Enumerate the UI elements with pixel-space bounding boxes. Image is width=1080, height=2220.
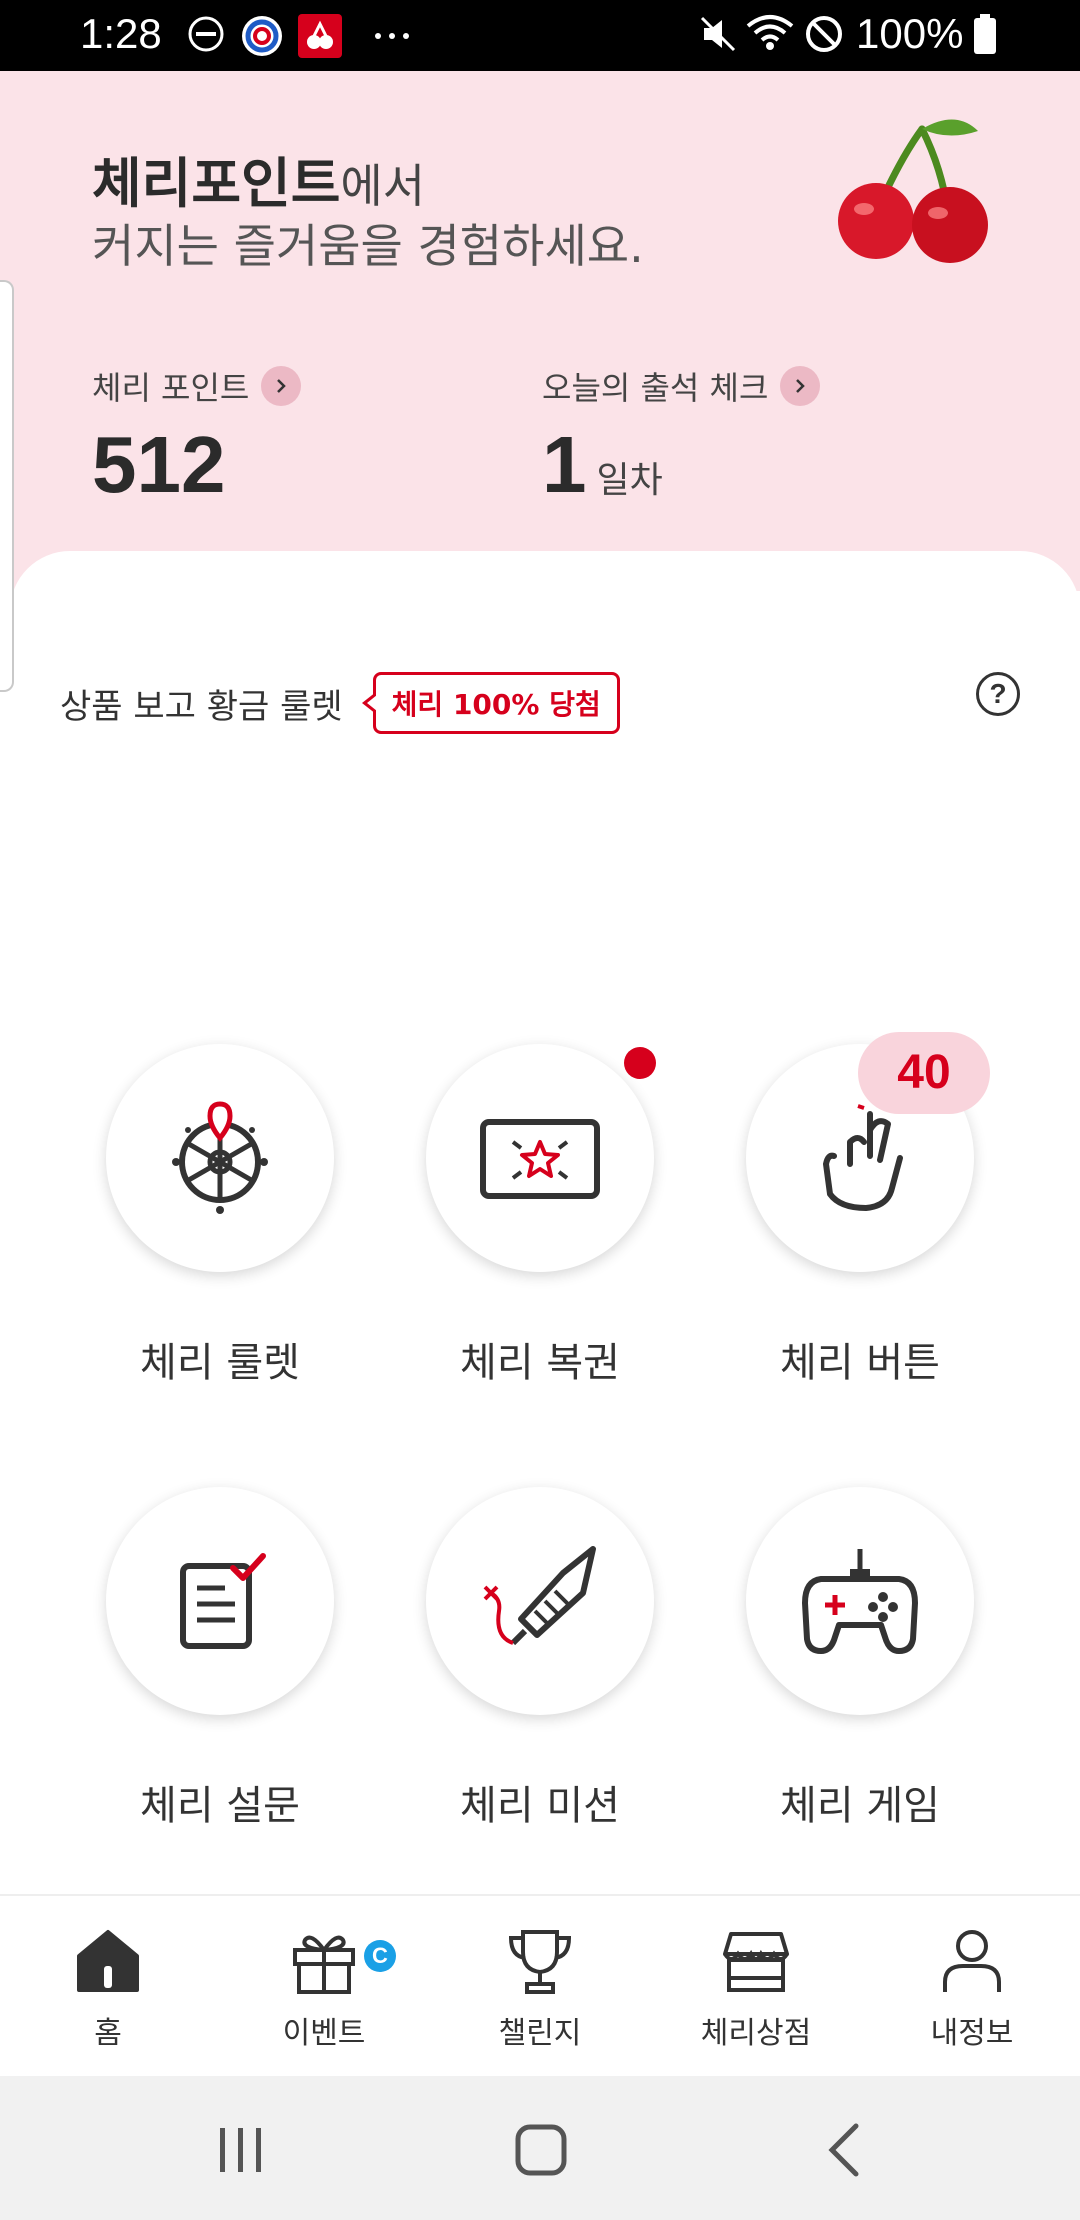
menu-label: 체리 복권	[460, 1340, 620, 1386]
attendance-unit: 일차	[596, 460, 663, 501]
chevron-right-icon[interactable]	[261, 366, 302, 406]
battery-percentage: 100%	[856, 10, 964, 57]
cherry-points-stat[interactable]: 체리 포인트 512	[92, 363, 302, 511]
app-notification-icon	[242, 16, 282, 56]
status-bar: 1:28 100%	[0, 0, 1080, 71]
gift-icon	[293, 1935, 355, 1994]
attendance-label: 오늘의 출석 체크	[542, 369, 769, 407]
header: 체리포인트에서 커지는 즐거움을 경험하세요. 체리 포인트 512 오늘의 출…	[0, 71, 1080, 591]
tap-hand-icon	[823, 1104, 903, 1211]
do-not-disturb-icon	[188, 16, 224, 52]
bottom-navigation: 홈 이벤트 챌린지 체리상점 내정보	[0, 1894, 1080, 2076]
side-drawer-handle[interactable]	[0, 280, 14, 692]
nav-label: 홈	[94, 2016, 122, 2051]
menu-cherry-mission[interactable]: 체리 미션	[410, 1487, 670, 1831]
headline-suffix: 에서	[340, 159, 426, 213]
wifi-icon	[746, 15, 794, 50]
menu-label: 체리 룰렛	[140, 1340, 300, 1386]
person-icon	[943, 1930, 1001, 1992]
nav-cherry-store[interactable]: 체리상점	[666, 1926, 846, 2052]
nav-label: 체리상점	[700, 2016, 812, 2051]
nav-label: 챌린지	[498, 2016, 582, 2051]
menu-label: 체리 미션	[460, 1783, 620, 1829]
menu-label: 체리 설문	[140, 1783, 300, 1829]
headline-subtitle: 커지는 즐거움을 경험하세요.	[92, 219, 644, 273]
recent-apps-icon[interactable]	[216, 2122, 266, 2178]
new-indicator-dot	[624, 1047, 656, 1079]
blocked-icon	[806, 16, 842, 52]
cherry-points-label: 체리 포인트	[92, 369, 250, 407]
mute-icon	[700, 16, 736, 52]
cherry-points-value: 512	[92, 420, 226, 509]
store-icon	[723, 1932, 789, 1992]
headline: 체리포인트에서 커지는 즐거움을 경험하세요.	[92, 153, 644, 275]
golden-roulette-banner[interactable]: 상품 보고 황금 룰렛 체리 100% 당첨	[60, 672, 620, 734]
system-navigation-bar	[0, 2076, 1080, 2220]
cherry-app-notification-icon	[298, 14, 342, 58]
home-icon	[77, 1930, 139, 1992]
home-button-icon[interactable]	[514, 2122, 568, 2178]
survey-icon	[180, 1553, 266, 1649]
roulette-win-badge: 체리 100% 당첨	[361, 672, 620, 734]
menu-cherry-game[interactable]: 체리 게임	[730, 1487, 990, 1831]
menu-cherry-roulette[interactable]: 체리 룰렛	[90, 1044, 350, 1388]
wheel-icon	[172, 1101, 268, 1214]
nav-home[interactable]: 홈	[18, 1926, 198, 2052]
nav-label: 이벤트	[282, 2016, 366, 2051]
chevron-right-icon[interactable]	[780, 366, 821, 406]
roulette-banner-text: 상품 보고 황금 룰렛	[60, 686, 343, 727]
attendance-stat[interactable]: 오늘의 출석 체크 1 일차	[542, 363, 821, 511]
menu-label: 체리 게임	[780, 1783, 940, 1829]
trophy-icon	[508, 1930, 572, 1994]
event-cash-badge: C	[364, 1940, 396, 1972]
cherry-icon	[838, 119, 988, 263]
menu-label: 체리 버튼	[780, 1340, 940, 1386]
menu-cherry-survey[interactable]: 체리 설문	[90, 1487, 350, 1831]
battery-icon	[974, 14, 996, 54]
attendance-value: 1	[542, 420, 587, 509]
rocket-icon	[483, 1546, 596, 1646]
more-notifications-icon	[375, 33, 409, 39]
nav-challenge[interactable]: 챌린지	[450, 1926, 630, 2052]
status-time: 1:28	[80, 10, 162, 57]
help-icon[interactable]: ?	[976, 672, 1020, 716]
menu-cherry-lottery[interactable]: 체리 복권	[410, 1044, 670, 1388]
headline-brand: 체리포인트	[92, 152, 341, 215]
back-icon[interactable]	[824, 2122, 864, 2178]
lottery-ticket-icon	[480, 1119, 600, 1199]
gamepad-icon	[802, 1549, 918, 1654]
nav-my-info[interactable]: 내정보	[882, 1926, 1062, 2052]
nav-label: 내정보	[930, 2016, 1014, 2051]
remaining-count-badge: 40	[858, 1032, 990, 1114]
